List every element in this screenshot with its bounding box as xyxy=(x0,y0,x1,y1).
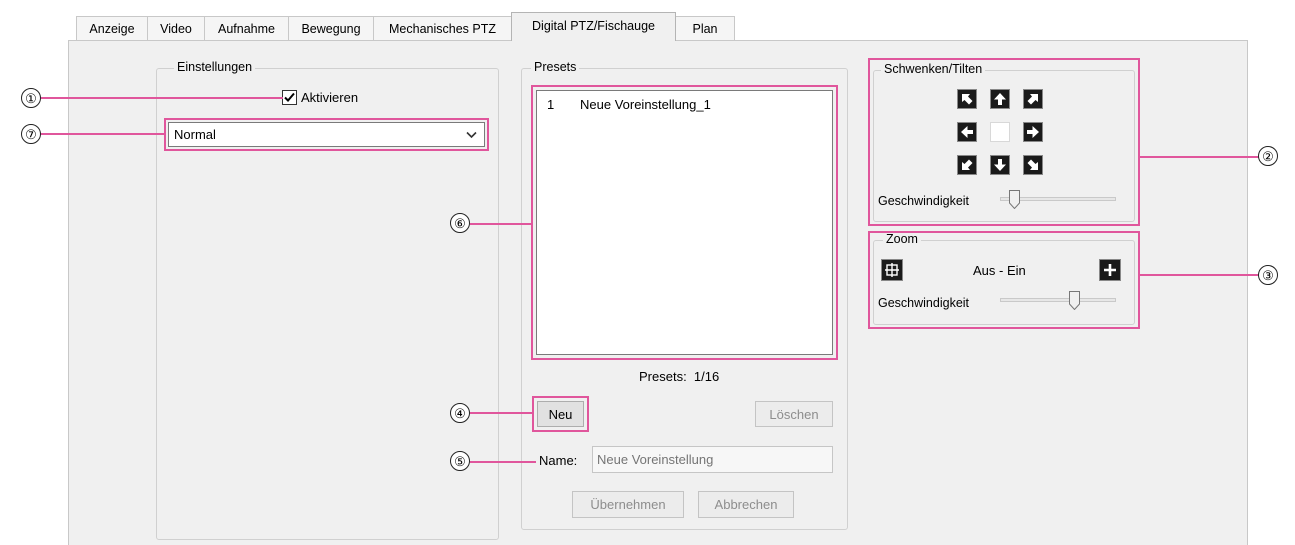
callout-7: ⑦ xyxy=(21,124,41,144)
name-label: Name: xyxy=(539,453,578,468)
callout-5: ⑤ xyxy=(450,451,470,471)
callout-line-7 xyxy=(40,133,165,135)
callout-line-2 xyxy=(1139,156,1260,158)
callout-line-3 xyxy=(1139,274,1260,276)
callout-2: ② xyxy=(1258,146,1278,166)
enable-label: Aktivieren xyxy=(301,90,359,105)
callout-box-zoom xyxy=(868,231,1140,329)
callout-box-pan-tilt xyxy=(868,58,1140,226)
callout-line-5 xyxy=(470,461,536,463)
tab-aufnahme[interactable]: Aufnahme xyxy=(204,16,289,40)
callout-4: ④ xyxy=(450,403,470,423)
callout-box-new-button xyxy=(532,396,589,432)
tab-mechanisches-ptz[interactable]: Mechanisches PTZ xyxy=(373,16,512,40)
callout-box-presets-list xyxy=(531,85,838,360)
callout-line-1 xyxy=(40,97,283,99)
delete-preset-button[interactable]: Löschen xyxy=(755,401,833,427)
cancel-button[interactable]: Abbrechen xyxy=(698,491,794,518)
tab-plan[interactable]: Plan xyxy=(675,16,735,40)
callout-6: ⑥ xyxy=(450,213,470,233)
callout-3: ③ xyxy=(1258,265,1278,285)
callout-1: ① xyxy=(21,88,41,108)
tab-digital-ptz[interactable]: Digital PTZ/Fischauge xyxy=(511,12,676,41)
settings-legend: Einstellungen xyxy=(174,60,256,74)
tab-bewegung[interactable]: Bewegung xyxy=(288,16,374,40)
callout-line-4 xyxy=(470,412,533,414)
presets-legend: Presets xyxy=(531,60,580,74)
callout-box-mode xyxy=(164,118,489,151)
tab-anzeige[interactable]: Anzeige xyxy=(76,16,148,40)
presets-count: Presets: 1/16 xyxy=(639,369,720,384)
tab-video[interactable]: Video xyxy=(147,16,205,40)
checkmark-icon xyxy=(284,92,295,102)
enable-checkbox[interactable] xyxy=(282,90,297,105)
callout-line-6 xyxy=(470,223,532,225)
preset-name-field[interactable] xyxy=(592,446,833,473)
apply-button[interactable]: Übernehmen xyxy=(572,491,684,518)
